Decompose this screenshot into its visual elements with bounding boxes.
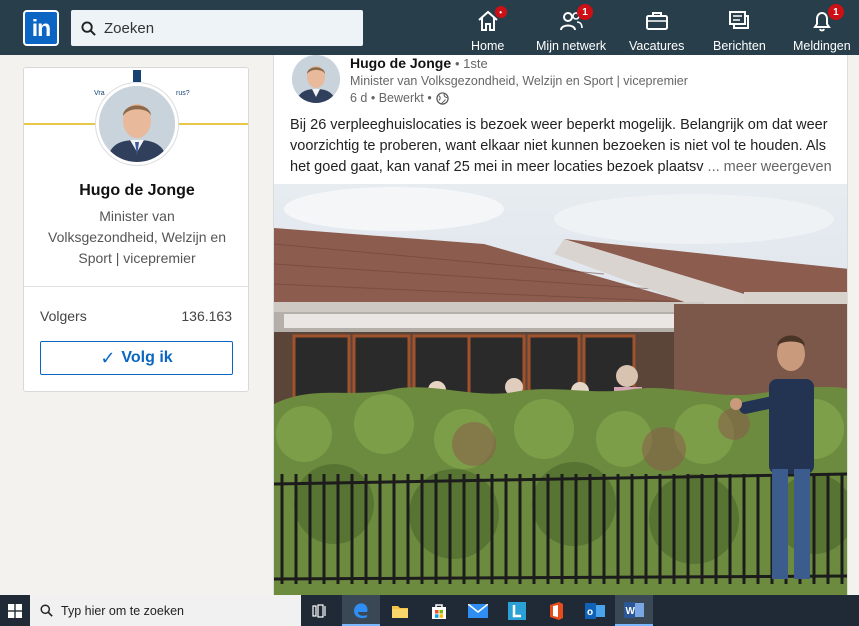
nav-jobs[interactable]: Vacatures xyxy=(629,4,684,54)
nav-messages[interactable]: Berichten xyxy=(713,4,766,54)
briefcase-icon xyxy=(645,12,668,30)
followers-label: Volgers xyxy=(40,308,87,324)
svg-text:W: W xyxy=(626,606,636,617)
post-author-headline: Minister van Volksgezondheid, Welzijn en… xyxy=(350,74,688,88)
task-view-icon xyxy=(312,603,326,618)
profile-card: Vra rus? Hugo de Jonge Minister van Volk… xyxy=(23,67,249,392)
post-meta: 6 d • Bewerkt • xyxy=(350,91,449,105)
post-author-name[interactable]: Hugo de Jonge • 1ste xyxy=(350,55,488,71)
office-icon xyxy=(550,601,563,620)
post-time-edited: 6 d • Bewerkt • xyxy=(350,91,432,105)
nav-home-label: Home xyxy=(471,39,505,53)
follow-button[interactable]: ✓ Volg ik xyxy=(40,341,233,375)
globe-icon xyxy=(436,91,449,105)
taskbar-mail[interactable] xyxy=(459,595,497,626)
notifications-badge: 1 xyxy=(827,4,844,20)
taskbar-edge[interactable] xyxy=(342,595,380,626)
lync-app-icon xyxy=(508,601,526,620)
post-author-avatar[interactable] xyxy=(292,55,340,103)
mail-icon xyxy=(468,603,488,618)
follow-button-label: Volg ik xyxy=(121,349,173,366)
taskbar-search-placeholder: Typ hier om te zoeken xyxy=(61,603,184,618)
windows-logo-icon xyxy=(8,603,22,618)
search-icon xyxy=(81,20,96,36)
nav-notifications[interactable]: 1 Meldingen xyxy=(793,4,851,54)
taskbar-lync[interactable] xyxy=(498,595,536,626)
messages-icon xyxy=(729,11,750,29)
checkmark-icon: ✓ xyxy=(100,347,116,368)
word-icon: W xyxy=(624,601,644,618)
taskbar-file-explorer[interactable] xyxy=(381,595,419,626)
post-photo[interactable] xyxy=(274,184,847,595)
cover-text-left: Vra xyxy=(94,90,105,97)
network-notification-badge: 1 xyxy=(577,4,594,20)
task-view-button[interactable] xyxy=(301,595,339,626)
nav-my-network-label: Mijn netwerk xyxy=(536,39,607,53)
taskbar-word[interactable]: W xyxy=(615,595,653,626)
connection-degree: • 1ste xyxy=(455,56,488,71)
profile-name[interactable]: Hugo de Jonge xyxy=(24,182,248,200)
taskbar-outlook[interactable]: o xyxy=(576,595,614,626)
nursing-home-visit-photo xyxy=(274,184,847,595)
home-notification-badge: • xyxy=(494,6,507,18)
search-input[interactable]: Zoeken xyxy=(71,10,363,46)
start-button[interactable] xyxy=(0,595,30,626)
nav-my-network[interactable]: 1 Mijn netwerk xyxy=(536,4,606,54)
top-nav-bar: in Zoeken • Home 1 Mijn netwerk Vacature… xyxy=(0,0,859,55)
linkedin-logo[interactable]: in xyxy=(23,10,59,46)
nav-messages-label: Berichten xyxy=(713,39,766,53)
edge-browser-icon xyxy=(354,602,368,618)
svg-text:o: o xyxy=(587,607,593,618)
search-placeholder: Zoeken xyxy=(104,19,155,37)
nav-notifications-label: Meldingen xyxy=(793,39,851,53)
person-portrait-icon xyxy=(292,55,340,103)
post-body-text: Bij 26 verpleeghuislocaties is bezoek we… xyxy=(290,115,840,178)
feed-post: Hugo de Jonge • 1ste Minister van Volksg… xyxy=(273,55,848,595)
followers-count: 136.163 xyxy=(181,308,232,324)
cover-text-right: rus? xyxy=(176,90,190,97)
taskbar-office[interactable] xyxy=(537,595,575,626)
taskbar-search-input[interactable]: Typ hier om te zoeken xyxy=(30,595,301,626)
folder-icon xyxy=(392,605,408,618)
person-portrait-icon xyxy=(99,86,175,162)
nav-jobs-label: Vacatures xyxy=(629,39,685,53)
search-icon xyxy=(40,604,53,617)
store-bag-icon xyxy=(432,603,446,619)
profile-headline: Minister van Volksgezondheid, Welzijn en… xyxy=(48,208,226,266)
profile-avatar[interactable] xyxy=(96,83,178,165)
windows-taskbar: Typ hier om te zoeken o W xyxy=(0,595,859,626)
see-more-link[interactable]: ... meer weergeven xyxy=(708,159,832,175)
rijksoverheid-crest-icon xyxy=(133,70,141,82)
divider xyxy=(24,286,248,287)
nav-home[interactable]: • Home xyxy=(471,4,507,54)
taskbar-store[interactable] xyxy=(420,595,458,626)
outlook-icon: o xyxy=(585,602,605,619)
post-author-name-text: Hugo de Jonge xyxy=(350,55,452,71)
